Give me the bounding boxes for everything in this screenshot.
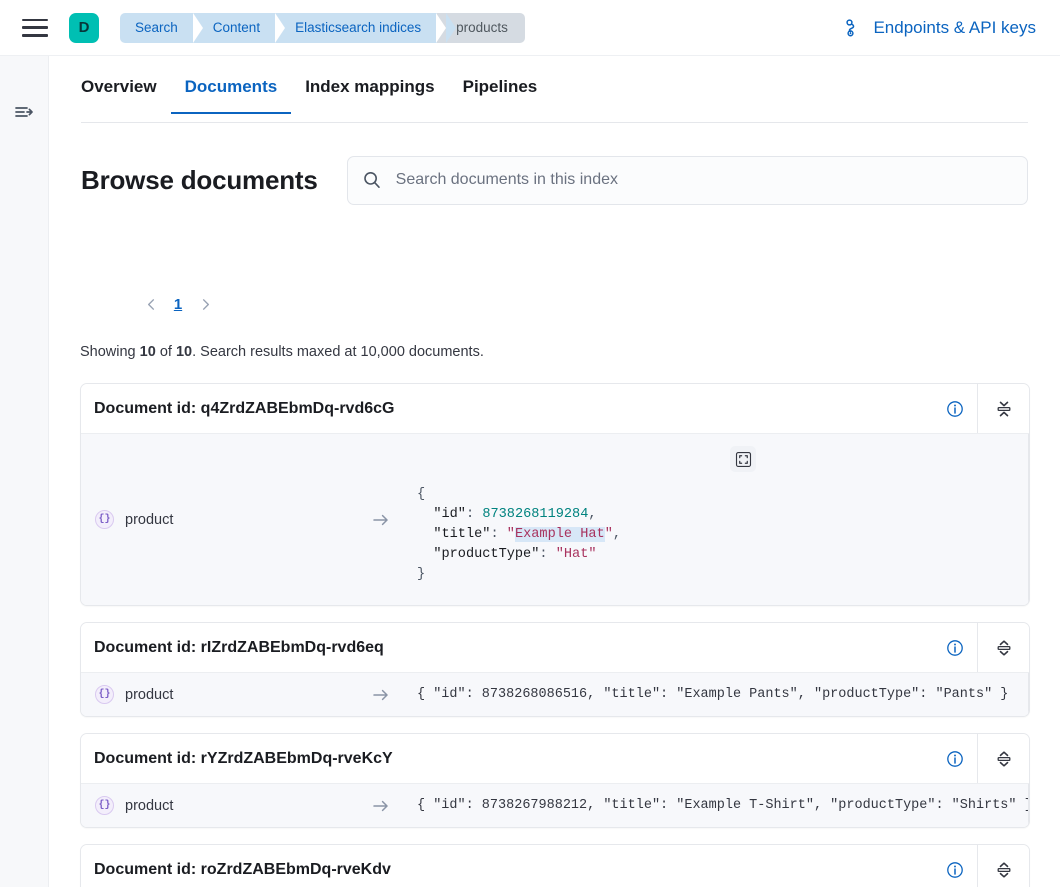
info-circle-icon[interactable] [933, 734, 977, 783]
document-id-label: Document id: rYZrdZABEbmDq-rveKcY [94, 749, 393, 767]
table-row: Document id: q4ZrdZABEbmDq-rvd6cG {} pro… [80, 383, 1030, 606]
arrow-right-icon [349, 673, 413, 716]
breadcrumb-label: Elasticsearch indices [295, 20, 422, 35]
tab-bar: Overview Documents Index mappings Pipeli… [81, 71, 1028, 123]
info-circle-icon[interactable] [933, 845, 977, 887]
field-name-label: product [125, 511, 174, 528]
document-json-value: { "id": 8738267988212, "title": "Example… [413, 784, 1029, 827]
chevron-right-icon [202, 298, 209, 310]
hamburger-menu-icon[interactable] [22, 18, 48, 37]
document-card-body: {} product { "id": 8738268119284, "title… [81, 433, 1029, 605]
page-title: Browse documents [81, 164, 318, 195]
table-row: Document id: roZrdZABEbmDq-rveKdv [80, 844, 1030, 887]
document-card-header: Document id: roZrdZABEbmDq-rveKdv [81, 845, 1029, 887]
top-header: D Search Content Elasticsearch indices p… [0, 0, 1060, 56]
tab-index-mappings[interactable]: Index mappings [291, 71, 448, 113]
expand-icon[interactable] [977, 845, 1029, 887]
breadcrumb-label: Content [212, 20, 261, 35]
tab-documents[interactable]: Documents [170, 71, 292, 114]
document-card-header: Document id: q4ZrdZABEbmDq-rvd6cG [81, 384, 1029, 433]
pagination-prev-button[interactable] [137, 290, 165, 318]
expand-icon[interactable] [977, 623, 1029, 672]
results-summary: Showing 10 of 10. Search results maxed a… [80, 344, 484, 360]
info-circle-icon[interactable] [933, 384, 977, 433]
tab-label: Documents [184, 77, 278, 96]
collapse-icon[interactable] [977, 384, 1029, 433]
document-id-label: Document id: roZrdZABEbmDq-rveKdv [94, 860, 391, 878]
search-icon [362, 170, 382, 190]
pagination-page-1[interactable]: 1 [165, 296, 191, 313]
tab-label: Index mappings [305, 77, 435, 96]
left-rail [0, 56, 49, 887]
endpoints-key-icon [846, 18, 855, 36]
breadcrumb: Search Content Elasticsearch indices pro… [120, 12, 525, 43]
document-card-body: {} product { "id": 8738267988212, "title… [81, 783, 1029, 827]
search-box[interactable] [346, 155, 1028, 205]
document-json-value: { "id": 8738268086516, "title": "Example… [413, 673, 1029, 716]
chevron-left-icon [147, 298, 154, 310]
breadcrumb-item-search[interactable]: Search [120, 12, 213, 43]
fullscreen-expand-icon[interactable] [730, 446, 756, 472]
summary-mid: of [155, 344, 176, 360]
avatar[interactable]: D [69, 12, 99, 43]
expand-icon[interactable] [977, 734, 1029, 783]
summary-shown: 10 [139, 344, 156, 360]
pagination: 1 [137, 290, 219, 318]
json-inline-text: { "id": 8738268086516, "title": "Example… [417, 687, 1009, 702]
json-object-icon: {} [95, 685, 114, 704]
main-content: Overview Documents Index mappings Pipeli… [49, 56, 1060, 887]
document-card-body: {} product { "id": 8738268086516, "title… [81, 672, 1029, 716]
document-id-label: Document id: q4ZrdZABEbmDq-rvd6cG [94, 399, 395, 417]
arrow-right-icon [349, 434, 413, 605]
arrow-right-icon [349, 784, 413, 827]
table-row: Document id: rIZrdZABEbmDq-rvd6eq {} pro… [80, 622, 1030, 717]
breadcrumb-item-elasticsearch-indices[interactable]: Elasticsearch indices [276, 12, 457, 43]
document-id-label: Document id: rIZrdZABEbmDq-rvd6eq [94, 638, 384, 656]
json-code-block: { "id": 8738268119284, "title": "Example… [417, 487, 622, 582]
document-json-value: { "id": 8738268119284, "title": "Example… [413, 434, 1029, 605]
summary-prefix: Showing [80, 344, 140, 360]
field-name-label: product [125, 686, 174, 703]
document-card-header: Document id: rYZrdZABEbmDq-rveKcY [81, 734, 1029, 783]
breadcrumb-label: products [456, 20, 508, 35]
summary-total: 10 [175, 344, 193, 360]
document-field: {} product [81, 673, 349, 716]
pagination-next-button[interactable] [191, 290, 219, 318]
field-name-label: product [125, 797, 174, 814]
expand-sidebar-icon[interactable] [12, 100, 36, 124]
table-row: Document id: rYZrdZABEbmDq-rveKcY {} pro… [80, 733, 1030, 828]
json-object-icon: {} [95, 510, 114, 529]
document-field: {} product [81, 784, 349, 827]
tab-label: Pipelines [462, 77, 538, 96]
browse-header: Browse documents [81, 152, 1028, 208]
endpoints-api-keys-label: Endpoints & API keys [873, 17, 1036, 37]
json-object-icon: {} [95, 796, 114, 815]
tab-label: Overview [81, 77, 157, 96]
endpoints-api-keys-button[interactable]: Endpoints & API keys [842, 18, 1042, 38]
summary-suffix: . Search results maxed at 10,000 documen… [192, 344, 484, 360]
document-field: {} product [81, 434, 349, 605]
json-inline-text: { "id": 8738267988212, "title": "Example… [417, 798, 1029, 813]
info-circle-icon[interactable] [933, 623, 977, 672]
search-input[interactable] [395, 171, 1013, 189]
breadcrumb-label: Search [135, 20, 178, 35]
document-card-header: Document id: rIZrdZABEbmDq-rvd6eq [81, 623, 1029, 672]
tab-pipelines[interactable]: Pipelines [449, 71, 552, 113]
documents-list: Document id: q4ZrdZABEbmDq-rvd6cG {} pro… [80, 383, 1030, 887]
tab-overview[interactable]: Overview [81, 71, 171, 113]
